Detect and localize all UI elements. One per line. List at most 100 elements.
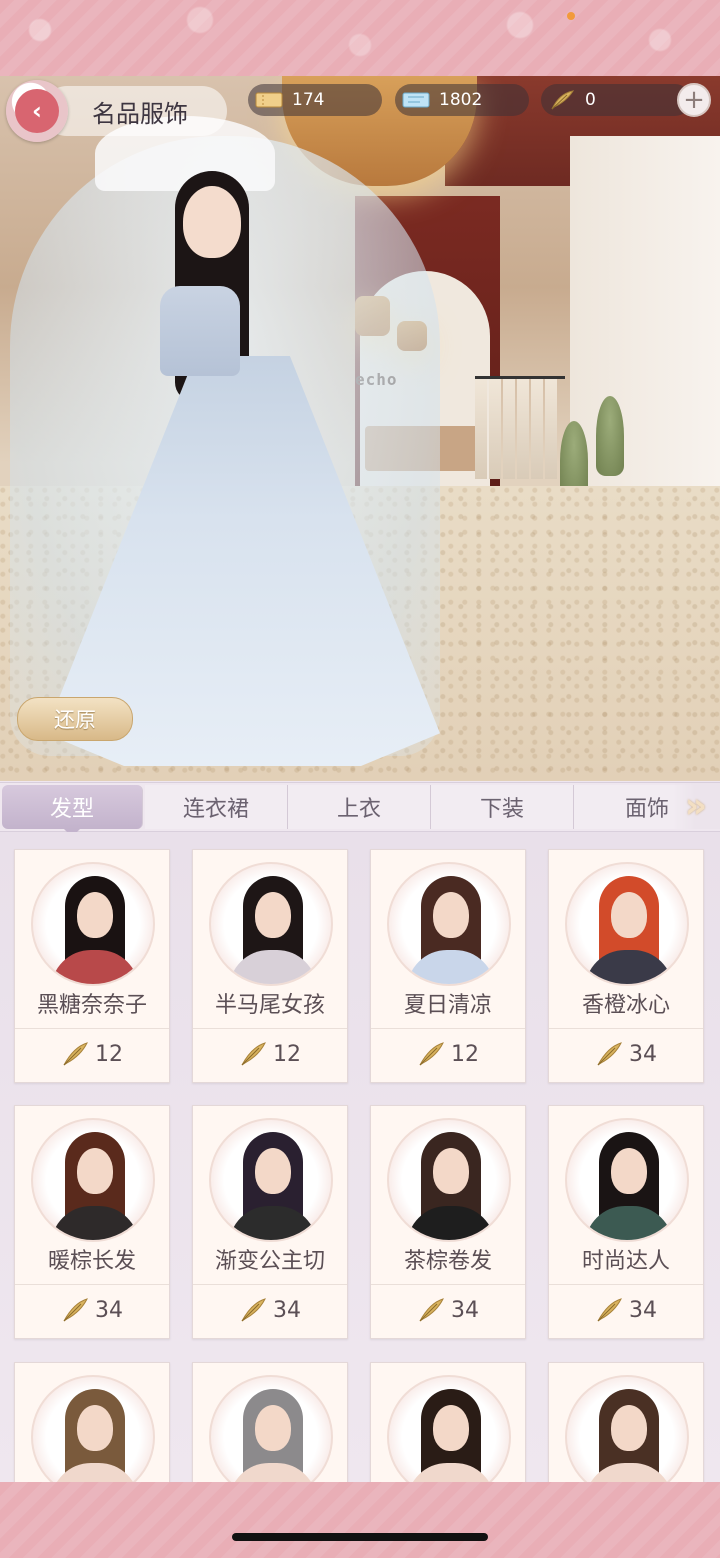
price-value: 34 bbox=[451, 1297, 479, 1323]
page-title: 名品服饰 bbox=[92, 99, 188, 128]
hairstyle-portrait bbox=[209, 1118, 333, 1242]
back-button[interactable]: ‹ bbox=[6, 80, 68, 142]
hair-item-card[interactable]: 时尚达人 34 bbox=[548, 1105, 704, 1339]
clothes-rack bbox=[475, 376, 565, 489]
tab-dress[interactable]: 连衣裙 bbox=[145, 785, 288, 829]
tab-label: 连衣裙 bbox=[182, 797, 249, 822]
home-indicator[interactable] bbox=[232, 1533, 488, 1541]
item-price: 34 bbox=[193, 1296, 347, 1324]
character-avatar[interactable] bbox=[0, 76, 460, 776]
item-name: 渐变公主切 bbox=[214, 1249, 325, 1274]
price-value: 12 bbox=[95, 1041, 123, 1067]
tab-bottom[interactable]: 下装 bbox=[431, 785, 574, 829]
item-name: 香橙冰心 bbox=[581, 993, 670, 1018]
hairstyle-portrait bbox=[31, 1375, 155, 1482]
item-price: 12 bbox=[15, 1040, 169, 1068]
hairstyle-portrait bbox=[565, 862, 689, 986]
tabs-next-arrow-icon[interactable]: » bbox=[672, 783, 720, 829]
hairstyle-portrait bbox=[387, 1118, 511, 1242]
card-divider bbox=[549, 1284, 703, 1285]
item-price: 34 bbox=[549, 1296, 703, 1324]
feather-icon bbox=[63, 1042, 88, 1066]
portrait-face bbox=[433, 892, 469, 938]
card-count: 1802 bbox=[439, 90, 483, 110]
hairstyle-portrait bbox=[209, 1375, 333, 1482]
page-title-pill: 名品服饰 bbox=[42, 86, 227, 136]
card-divider bbox=[193, 1284, 347, 1285]
hair-item-card[interactable]: 半马尾女孩 12 bbox=[192, 849, 348, 1083]
portrait-face bbox=[255, 892, 291, 938]
price-value: 12 bbox=[273, 1041, 301, 1067]
item-name: 夏日清凉 bbox=[403, 993, 492, 1018]
hair-item-card[interactable]: 茶棕卷发 34 bbox=[370, 1105, 526, 1339]
character-face bbox=[183, 186, 241, 258]
add-currency-button[interactable]: + bbox=[677, 83, 711, 117]
card-divider bbox=[371, 1284, 525, 1285]
hair-item-card[interactable]: 暖棕长发 34 bbox=[14, 1105, 170, 1339]
item-price: 34 bbox=[549, 1040, 703, 1068]
portrait-face bbox=[611, 1405, 647, 1451]
hairstyle-portrait bbox=[387, 862, 511, 986]
feather-icon bbox=[419, 1042, 444, 1066]
hair-item-card[interactable]: 夏日清凉 12 bbox=[370, 849, 526, 1083]
tab-top[interactable]: 上衣 bbox=[288, 785, 431, 829]
currency-ticket[interactable]: 174 bbox=[248, 84, 382, 116]
hairstyle-portrait bbox=[565, 1118, 689, 1242]
portrait-face bbox=[611, 1148, 647, 1194]
card-divider bbox=[549, 1028, 703, 1029]
hairstyle-portrait bbox=[31, 1118, 155, 1242]
feather-icon bbox=[597, 1042, 622, 1066]
item-price: 34 bbox=[371, 1296, 525, 1324]
portrait-face bbox=[255, 1405, 291, 1451]
portrait-face bbox=[433, 1405, 469, 1451]
gown-bodice bbox=[160, 286, 240, 376]
tab-label: 下装 bbox=[479, 797, 524, 822]
portrait-face bbox=[77, 1148, 113, 1194]
tab-hairstyle[interactable]: 发型 bbox=[2, 785, 143, 837]
feather-icon bbox=[241, 1298, 266, 1322]
restore-button[interactable]: 还原 bbox=[17, 697, 133, 741]
item-price: 12 bbox=[193, 1040, 347, 1068]
hairstyle-portrait bbox=[565, 1375, 689, 1482]
back-arrow-icon: ‹ bbox=[15, 89, 59, 133]
portrait-face bbox=[77, 1405, 113, 1451]
tab-label: 发型 bbox=[49, 797, 94, 822]
feather-icon bbox=[419, 1298, 444, 1322]
feather-icon bbox=[547, 89, 577, 111]
bottom-decor-bar bbox=[0, 1482, 720, 1558]
feather-icon bbox=[597, 1298, 622, 1322]
item-name: 半马尾女孩 bbox=[214, 993, 325, 1018]
price-value: 12 bbox=[451, 1041, 479, 1067]
hair-item-card[interactable] bbox=[370, 1362, 526, 1482]
hair-item-card[interactable] bbox=[14, 1362, 170, 1482]
hair-item-card[interactable]: 香橙冰心 34 bbox=[548, 849, 704, 1083]
hairstyle-portrait bbox=[209, 862, 333, 986]
price-value: 34 bbox=[629, 1297, 657, 1323]
feather-icon bbox=[241, 1042, 266, 1066]
price-value: 34 bbox=[273, 1297, 301, 1323]
status-indicator-dot bbox=[567, 12, 575, 20]
item-price: 34 bbox=[15, 1296, 169, 1324]
currency-card[interactable]: 1802 bbox=[395, 84, 529, 116]
hair-item-card[interactable] bbox=[548, 1362, 704, 1482]
item-name: 茶棕卷发 bbox=[403, 1249, 492, 1274]
hair-item-card[interactable]: 渐变公主切 34 bbox=[192, 1105, 348, 1339]
item-grid: 黑糖奈奈子 12 半马尾女孩 12 夏日清凉 12 香橙冰心 34 暖棕长发 34 渐变公主切 34 茶… bbox=[0, 832, 720, 1482]
hair-item-card[interactable]: 黑糖奈奈子 12 bbox=[14, 849, 170, 1083]
currency-feather[interactable]: 0 bbox=[541, 84, 691, 116]
item-name: 黑糖奈奈子 bbox=[36, 993, 147, 1018]
hair-item-card[interactable] bbox=[192, 1362, 348, 1482]
hairstyle-portrait bbox=[387, 1375, 511, 1482]
ticket-icon bbox=[254, 89, 284, 111]
portrait-face bbox=[255, 1148, 291, 1194]
card-divider bbox=[371, 1028, 525, 1029]
category-tabs: 发型 连衣裙 上衣 下装 面饰 bbox=[0, 782, 720, 837]
card-divider bbox=[193, 1028, 347, 1029]
tab-label: 上衣 bbox=[336, 797, 381, 822]
plant-right bbox=[596, 396, 624, 476]
item-name: 暖棕长发 bbox=[47, 1249, 136, 1274]
price-value: 34 bbox=[629, 1041, 657, 1067]
tab-label: 面饰 bbox=[624, 797, 669, 822]
diamond-card-icon bbox=[401, 89, 431, 111]
portrait-face bbox=[611, 892, 647, 938]
